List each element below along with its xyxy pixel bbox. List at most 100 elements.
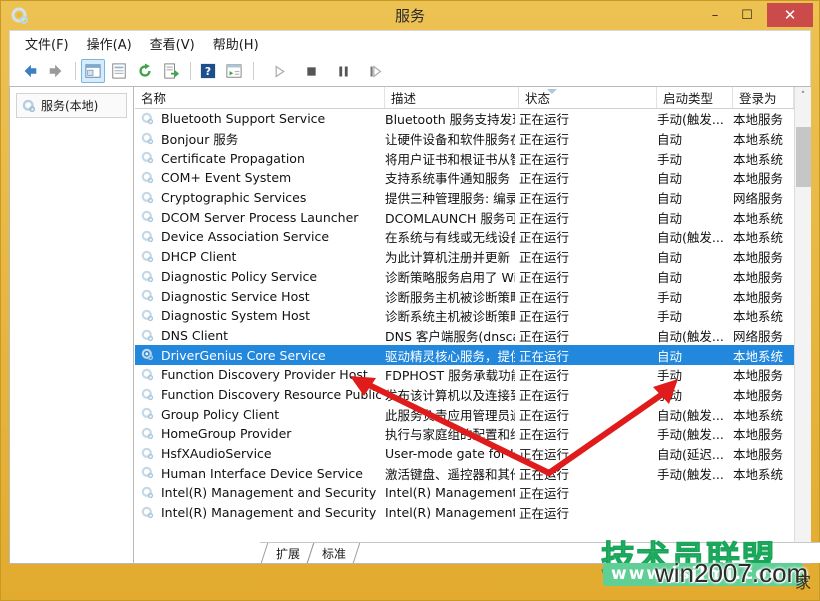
menu-item-help[interactable]: 帮助(H): [204, 31, 268, 56]
show-hide-tree-icon[interactable]: [81, 59, 105, 83]
services-gear-icon: [22, 99, 36, 112]
table-row[interactable]: Bluetooth Support Service Bluetooth 服务支持发…: [135, 109, 794, 129]
column-header-startup[interactable]: 启动类型: [657, 87, 733, 108]
tab-standard[interactable]: 标准: [310, 543, 356, 563]
watermark-suffix: 家: [795, 573, 812, 592]
menu-item-view[interactable]: 查看(V): [141, 31, 204, 56]
cell-logon: 本地系统: [733, 151, 784, 167]
menu-item-action[interactable]: 操作(A): [78, 31, 141, 56]
column-header-name[interactable]: 名称: [135, 87, 385, 108]
table-row[interactable]: COM+ Event System 支持系统事件通知服务 (SENS...正在运行…: [135, 168, 794, 188]
menu-item-file[interactable]: 文件(F): [16, 31, 78, 56]
table-row[interactable]: Diagnostic Service Host 诊断服务主机被诊断策略服务...正…: [135, 286, 794, 306]
table-row[interactable]: Function Discovery Resource Public... 发布该…: [135, 385, 794, 405]
properties-icon[interactable]: [107, 59, 131, 83]
column-header-status[interactable]: 状态: [519, 87, 657, 108]
cell-name: Function Discovery Provider Host: [161, 367, 368, 383]
minimize-button[interactable]: –: [701, 4, 729, 26]
cell-status: 正在运行: [519, 289, 570, 305]
table-row[interactable]: Device Association Service 在系统与有线或无线设备之间.…: [135, 227, 794, 247]
cell-name: HomeGroup Provider: [161, 426, 292, 442]
export-list-icon[interactable]: [159, 59, 183, 83]
show-action-pane-icon[interactable]: [222, 59, 246, 83]
table-row[interactable]: Function Discovery Provider Host FDPHOST …: [135, 365, 794, 385]
cell-description: 诊断策略服务启用了 Window...: [385, 269, 515, 285]
restart-service-icon[interactable]: [363, 59, 387, 83]
cell-description: 将用户证书和根证书从智能卡...: [385, 151, 515, 167]
help-icon[interactable]: ?: [196, 59, 220, 83]
table-row[interactable]: Certificate Propagation 将用户证书和根证书从智能卡...正…: [135, 148, 794, 168]
cell-status: 正在运行: [519, 112, 570, 128]
cell-startup: 自动: [657, 269, 683, 285]
tab-extended[interactable]: 扩展: [264, 543, 310, 563]
table-row[interactable]: Intel(R) Management and Security ... Inte…: [135, 483, 794, 503]
cell-description: 为此计算机注册并更新 IP 地...: [385, 250, 515, 266]
service-gear-icon: [141, 408, 154, 420]
cell-description: DCOMLAUNCH 服务可启动 ...: [385, 210, 515, 226]
pause-service-icon[interactable]: [331, 59, 355, 83]
cell-status: 正在运行: [519, 309, 570, 325]
stop-service-icon[interactable]: [299, 59, 323, 83]
cell-logon: 本地系统: [733, 230, 784, 246]
close-button[interactable]: ✕: [767, 3, 813, 27]
table-row[interactable]: Intel(R) Management and Security ... Inte…: [135, 503, 794, 523]
toolbar-separator-2: [190, 62, 191, 80]
tree-node-services-local[interactable]: 服务(本地): [16, 93, 127, 118]
menu-bar: 文件(F) 操作(A) 查看(V) 帮助(H): [9, 30, 811, 56]
vertical-scrollbar[interactable]: ˄ ˅: [794, 87, 811, 563]
table-row[interactable]: Cryptographic Services 提供三种管理服务: 编录数据...正…: [135, 188, 794, 208]
table-row[interactable]: DCOM Server Process Launcher DCOMLAUNCH 服…: [135, 207, 794, 227]
scrollbar-thumb[interactable]: [796, 127, 811, 187]
table-row[interactable]: Diagnostic System Host 诊断系统主机被诊断策略服务...正在…: [135, 306, 794, 326]
cell-logon: 本地系统: [733, 407, 784, 423]
cell-status: 正在运行: [519, 387, 570, 403]
cell-description: 诊断服务主机被诊断策略服务...: [385, 289, 515, 305]
scroll-up-button[interactable]: ˄: [795, 87, 811, 104]
cell-startup: 自动: [657, 171, 683, 187]
cell-logon: 网络服务: [733, 328, 784, 344]
cell-logon: 本地服务: [733, 368, 784, 384]
service-gear-icon: [141, 152, 154, 164]
sort-indicator-icon: [547, 89, 557, 94]
cell-description: 激活键盘、遥控器和其他多媒...: [385, 466, 515, 482]
table-row-selected[interactable]: DriverGenius Core Service 驱动精灵核心服务，提供驱动..…: [135, 345, 794, 365]
cell-status: 正在运行: [519, 466, 570, 482]
table-row[interactable]: HomeGroup Provider 执行与家庭组的配置和维护相...正在运行 手动…: [135, 424, 794, 444]
forward-icon[interactable]: [44, 59, 68, 83]
table-row[interactable]: HsfXAudioService User-mode gate for HSF M…: [135, 444, 794, 464]
cell-startup: 手动: [657, 309, 683, 325]
cell-logon: 网络服务: [733, 191, 784, 207]
refresh-icon[interactable]: [133, 59, 157, 83]
cell-name: DCOM Server Process Launcher: [161, 209, 359, 225]
svg-text:?: ?: [205, 65, 211, 78]
cell-startup: [657, 483, 729, 503]
service-gear-icon: [141, 427, 154, 440]
table-row[interactable]: Human Interface Device Service 激活键盘、遥控器和其…: [135, 463, 794, 483]
maximize-button[interactable]: ☐: [733, 4, 761, 26]
cell-startup: 手动: [657, 387, 683, 403]
cell-logon: 本地服务: [733, 387, 784, 403]
service-gear-icon: [141, 329, 154, 341]
cell-status: 正在运行: [519, 210, 570, 226]
cell-description: 在系统与有线或无线设备之间...: [385, 230, 515, 246]
cell-startup: 手动(触发...: [657, 112, 724, 128]
service-gear-icon: [141, 447, 154, 459]
column-header-description[interactable]: 描述: [385, 87, 519, 108]
cell-logon: 本地系统: [733, 466, 784, 482]
cell-description: User-mode gate for HSF M...: [385, 446, 515, 462]
table-row[interactable]: Diagnostic Policy Service 诊断策略服务启用了 Windo…: [135, 267, 794, 287]
cell-description: 发布该计算机以及连接到该计...: [385, 387, 515, 403]
table-row[interactable]: DHCP Client 为此计算机注册并更新 IP 地...正在运行 自动 本地服务: [135, 247, 794, 267]
cell-startup: 自动(触发...: [657, 328, 724, 344]
toolbar: ?: [9, 56, 811, 86]
table-row[interactable]: DNS Client DNS 客户端服务(dnscache)...正在运行 自动(触…: [135, 326, 794, 346]
service-gear-icon: [141, 506, 154, 518]
cell-description: 让硬件设备和软件服务在网络...: [385, 132, 515, 148]
column-header-logon[interactable]: 登录为: [733, 87, 794, 108]
tree-node-label: 服务(本地): [41, 99, 99, 113]
back-icon[interactable]: [18, 59, 42, 83]
table-row[interactable]: Group Policy Client 此服务负责应用管理员通过组...正在运行 自…: [135, 404, 794, 424]
cell-startup: 手动: [657, 289, 683, 305]
table-row[interactable]: Bonjour 服务 让硬件设备和软件服务在网络...正在运行 自动 本地系统: [135, 129, 794, 149]
start-service-icon[interactable]: [267, 59, 291, 83]
